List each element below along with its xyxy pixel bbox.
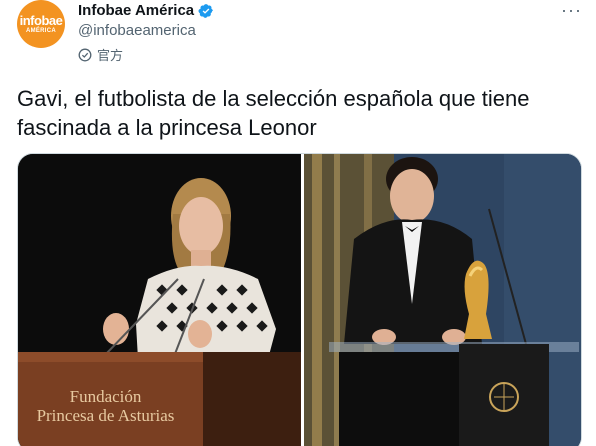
avatar-sub-text: AMÉRICA — [25, 27, 57, 34]
tweet-text: Gavi, el futbolista de la selección espa… — [17, 86, 530, 140]
display-name[interactable]: Infobae América — [78, 2, 194, 19]
podium-text-line1: Fundación — [69, 387, 142, 406]
podium-text-line2: Princesa de Asturias — [36, 406, 175, 425]
player-photo-illustration — [304, 154, 581, 446]
name-row: Infobae América — [78, 2, 214, 19]
photo-princess-speaking[interactable]: Fundación Princesa de Asturias — [18, 154, 301, 446]
avatar[interactable]: infobae AMÉRICA — [17, 0, 65, 48]
official-badge-icon — [78, 48, 92, 62]
photo-player-trophy[interactable] — [304, 154, 581, 446]
verified-badge-icon — [198, 3, 214, 19]
tweet-card: infobae AMÉRICA Infobae América @infobae… — [0, 0, 596, 446]
avatar-brand-text: infobae — [19, 12, 63, 28]
official-label: 官方 — [97, 48, 124, 63]
more-options-button[interactable]: ··· — [561, 0, 582, 20]
official-label-row: 官方 — [78, 45, 123, 64]
handle[interactable]: @infobaeamerica — [78, 22, 196, 39]
media-grid: Fundación Princesa de Asturias — [17, 153, 582, 446]
